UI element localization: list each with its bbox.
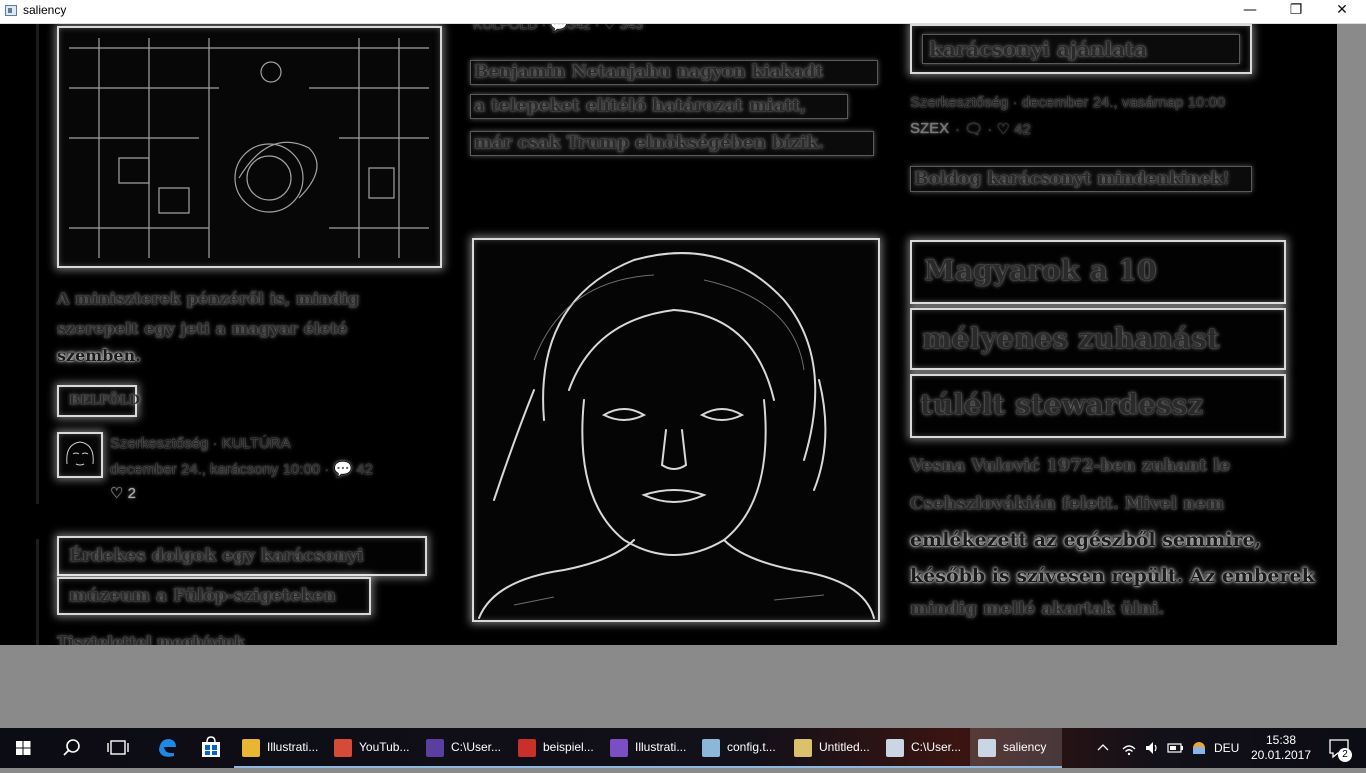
taskbar-item[interactable]: YouTub... [326, 728, 418, 768]
column-divider [36, 539, 39, 645]
taskbar-item[interactable]: config.t... [694, 728, 786, 768]
tag-badge[interactable]: BELFÖLD [57, 385, 140, 417]
taskbar-item[interactable]: Illustrati... [602, 728, 694, 768]
paint-icon [794, 739, 812, 757]
taskbar-item[interactable]: C:\User... [878, 728, 970, 768]
taskbar-item-label: YouTub... [359, 740, 410, 754]
notification-center-icon[interactable]: 2 [1320, 728, 1360, 768]
taskbar-item[interactable]: saliency [970, 728, 1062, 768]
taskbar-item-label: C:\User... [451, 740, 502, 754]
saliency-image: A miniszterek pénzéről is, mindig szerep… [0, 24, 1337, 645]
clock[interactable]: 15:38 20.01.2017 [1248, 728, 1314, 768]
console-icon [886, 739, 904, 757]
subtitle-line: Boldog karácsonyt mindenkinek! [910, 166, 1252, 192]
taskbar-item-label: saliency [1003, 740, 1047, 754]
taskbar-item-label: Illustrati... [267, 740, 319, 754]
restore-button[interactable]: ❐ [1273, 0, 1319, 23]
taskbar-item[interactable]: Illustrati... [234, 728, 326, 768]
wifi-icon[interactable] [1118, 728, 1140, 768]
chrome-icon [334, 739, 352, 757]
clock-time: 15:38 [1265, 733, 1297, 747]
right-meta-counts: · 🗨 · ♡ 42 [955, 121, 1031, 138]
taskbar-item[interactable]: beispiel... [510, 728, 602, 768]
article-paragraph: emlékezett az egészből semmire, [910, 529, 1262, 551]
category-label[interactable]: SZEX [910, 120, 949, 137]
jpx-icon [426, 739, 444, 757]
headline-line[interactable]: a telepeket elítélő határozat miatt, [470, 94, 848, 119]
minimize-button[interactable]: — [1227, 0, 1273, 23]
clock-date: 20.01.2017 [1250, 748, 1312, 762]
top-meta: KÜLFÖLD · 💬342 · ♡ 343 [473, 24, 644, 32]
column-divider [36, 24, 39, 504]
store-icon[interactable] [188, 728, 234, 768]
visual-studio-icon [610, 739, 628, 757]
like-count[interactable]: ♡ 2 [110, 484, 136, 502]
show-hidden-icons-chevron-icon[interactable] [1094, 728, 1112, 768]
app-window-icon [978, 739, 996, 757]
folder-icon [242, 739, 260, 757]
aerial-photo [57, 26, 442, 268]
author-meta: Szerkesztőség · KULTÚRA [110, 435, 291, 452]
edge-icon[interactable] [144, 728, 190, 768]
battery-icon[interactable] [1164, 728, 1186, 768]
weather-icon[interactable] [1188, 728, 1210, 768]
notification-count-badge: 2 [1338, 748, 1352, 762]
search-icon[interactable] [48, 728, 94, 768]
big-headline-line[interactable]: Magyarok a 10 [910, 240, 1286, 304]
section-title-box[interactable]: karácsonyi ajánlata [910, 24, 1252, 74]
avatar[interactable] [57, 432, 103, 478]
taskbar-item-label: beispiel... [543, 740, 594, 754]
taskbar-item-label: config.t... [727, 740, 776, 754]
close-button[interactable]: ✕ [1319, 0, 1365, 23]
body-text: szerepelt egy jeti a magyar életé [57, 319, 348, 338]
taskbar-item-label: C:\User... [911, 740, 962, 754]
body-text: A miniszterek pénzéről is, mindig [57, 289, 359, 308]
right-meta: Szerkesztőség · december 24., vasárnap 1… [910, 94, 1226, 111]
headline-line[interactable]: Benjamin Netanjahu nagyon kiakadt [470, 60, 878, 85]
headline-line[interactable]: már csak Trump elnökségében bízik. [470, 131, 874, 156]
article-paragraph: mindig mellé akartak ülni. [910, 599, 1165, 619]
article-paragraph: később is szívesen repült. Az emberek [910, 565, 1315, 587]
portrait-photo[interactable] [472, 238, 880, 622]
title-bar: saliency — ❐ ✕ [0, 0, 1366, 24]
article-paragraph: Vesna Vulović 1972-ben zuhant le [910, 456, 1231, 476]
pdf-icon [518, 739, 536, 757]
taskbar-item-label: Untitled... [819, 740, 870, 754]
taskbar: Illustrati... YouTub... C:\User... beispiel… [0, 728, 1366, 768]
volume-icon[interactable] [1142, 728, 1162, 768]
app-icon [5, 5, 17, 16]
date-meta: december 24., karácsony 10:00 · 💬 42 [110, 461, 373, 478]
article-title-box[interactable]: Érdekes dolgok egy karácsonyi [57, 536, 427, 576]
start-icon[interactable] [0, 728, 46, 768]
window-title: saliency [23, 3, 67, 17]
taskbar-item-label: Illustrati... [635, 740, 687, 754]
article-paragraph: Csehszlovákián felett. Mivel nem [910, 494, 1225, 514]
big-headline-line[interactable]: mélyenes zuhanást [910, 308, 1286, 370]
big-headline-line[interactable]: túlélt stewardessz [910, 374, 1286, 438]
body-text: szemben. [57, 346, 141, 365]
taskbar-item[interactable]: Untitled... [786, 728, 878, 768]
task-view-icon[interactable] [96, 728, 142, 768]
taskbar-item[interactable]: C:\User... [418, 728, 510, 768]
article-title-box[interactable]: múzeum a Fülöp-szigeteken [57, 577, 371, 615]
footer-text: Tisztelettel meghívjuk [57, 633, 245, 645]
notepad-icon [702, 739, 720, 757]
language-indicator[interactable]: DEU [1214, 728, 1246, 768]
